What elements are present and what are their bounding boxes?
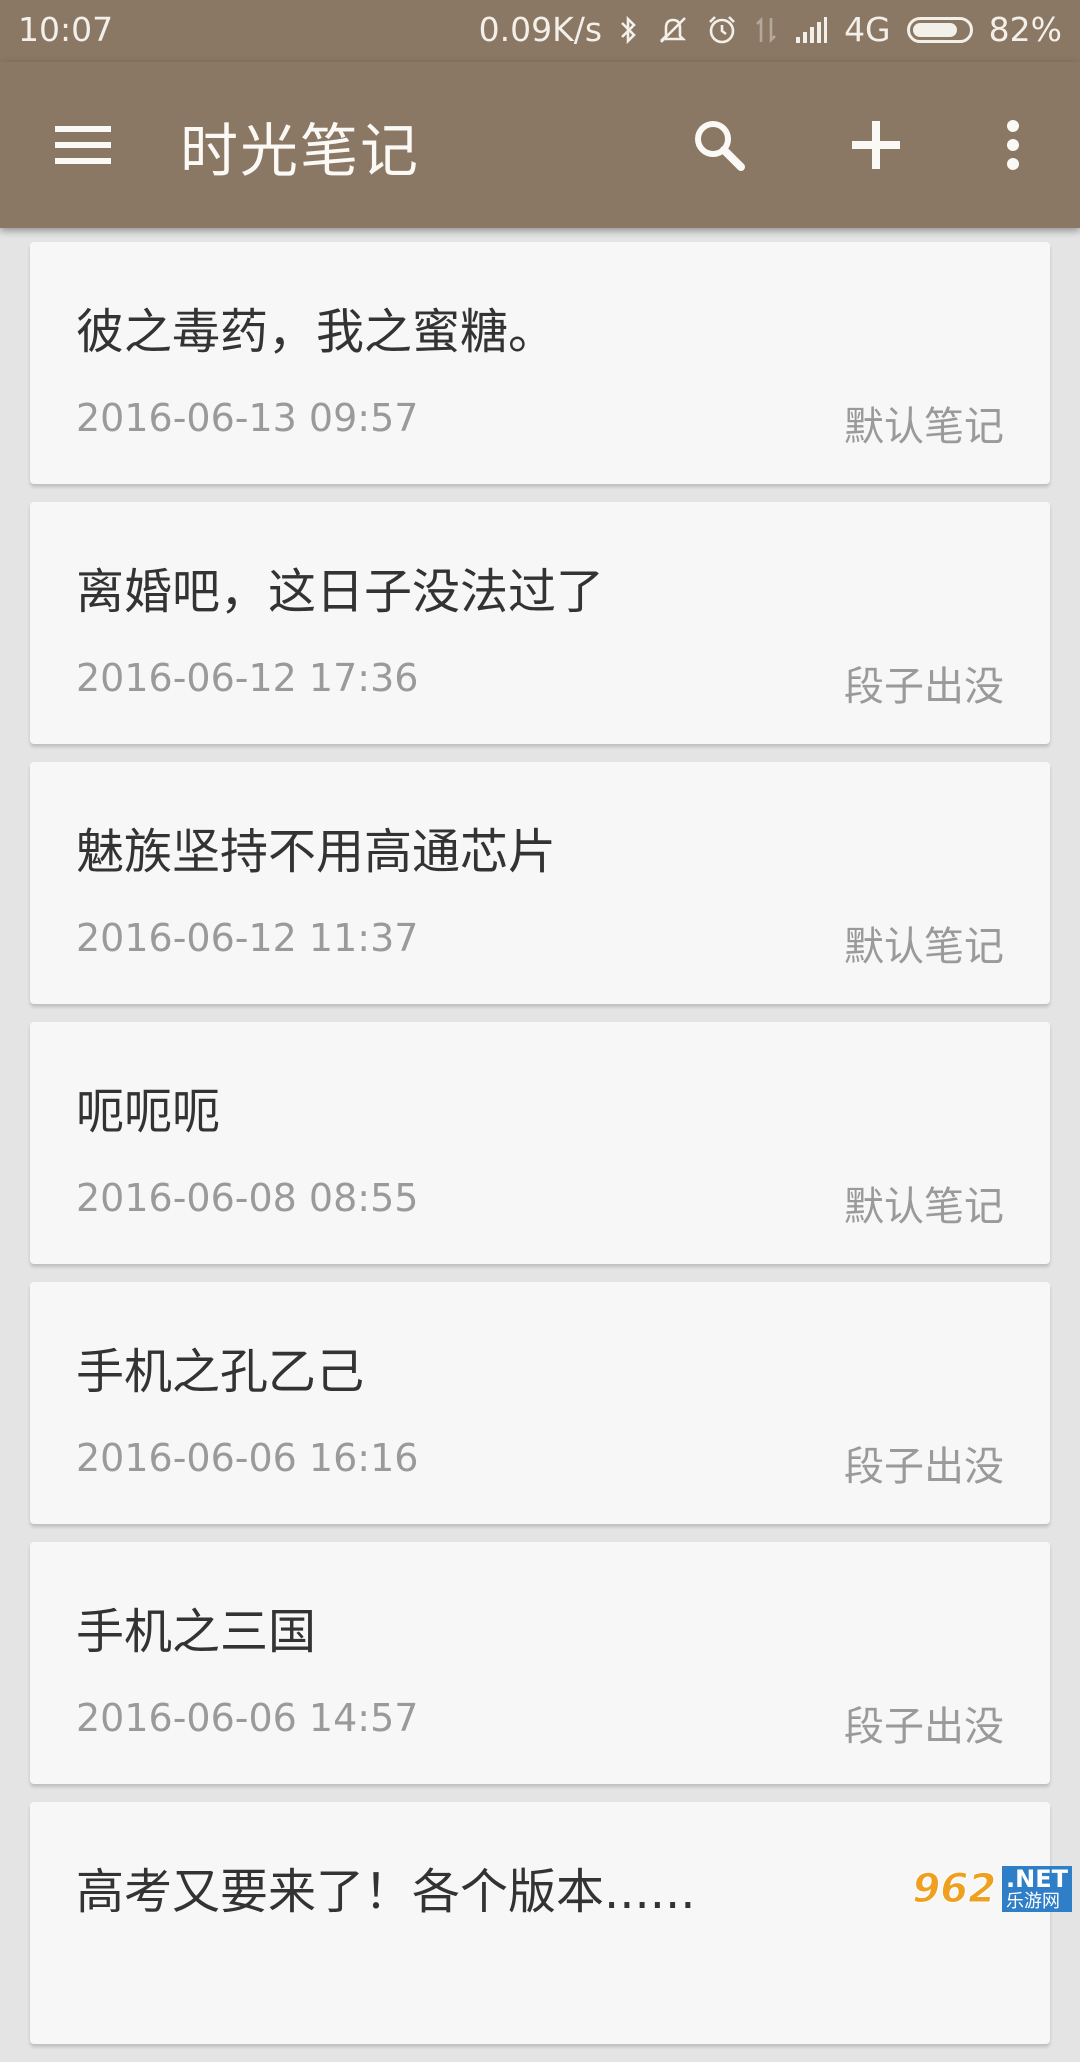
note-title: 手机之孔乙己	[76, 1344, 365, 1400]
note-category: 段子出没	[844, 664, 1004, 710]
alarm-icon	[706, 14, 738, 46]
status-bar: 10:07 0.09K/s 4G 82%	[0, 0, 1080, 62]
add-icon[interactable]	[833, 102, 919, 188]
mute-icon	[656, 14, 690, 46]
status-time: 10:07	[18, 10, 114, 49]
network-type: 4G	[844, 10, 891, 49]
note-title: 彼之毒药，我之蜜糖。	[76, 304, 557, 360]
note-category: 段子出没	[844, 1704, 1004, 1750]
more-vert-icon[interactable]	[970, 102, 1056, 188]
note-date: 2016-06-12 11:37	[76, 916, 419, 960]
note-date: 2016-06-08 08:55	[76, 1176, 419, 1220]
note-title: 离婚吧，这日子没法过了	[76, 564, 605, 620]
watermark-net: .NET	[1002, 1866, 1072, 1892]
data-transfer-icon	[754, 14, 778, 46]
note-date: 2016-06-12 17:36	[76, 656, 419, 700]
note-title: 高考又要来了！各个版本......	[76, 1864, 696, 1920]
note-category: 默认笔记	[844, 1184, 1004, 1230]
battery-icon	[906, 16, 973, 43]
note-card[interactable]: 彼之毒药，我之蜜糖。 2016-06-13 09:57 默认笔记	[30, 242, 1050, 484]
battery-percent: 82%	[988, 10, 1062, 49]
notes-list: 彼之毒药，我之蜜糖。 2016-06-13 09:57 默认笔记 离婚吧，这日子…	[30, 242, 1050, 2062]
network-speed: 0.09K/s	[478, 10, 603, 49]
app-title: 时光笔记	[180, 117, 421, 185]
note-card[interactable]: 离婚吧，这日子没法过了 2016-06-12 17:36 段子出没	[30, 502, 1050, 744]
note-title: 魅族坚持不用高通芯片	[76, 824, 557, 880]
status-icons: 0.09K/s 4G 82%	[479, 10, 1062, 49]
signal-icon	[794, 15, 828, 45]
note-card[interactable]: 手机之三国 2016-06-06 14:57 段子出没	[30, 1542, 1050, 1784]
search-icon[interactable]	[676, 102, 762, 188]
bluetooth-icon	[618, 14, 640, 46]
watermark-logo: 962 .NET 乐游网	[912, 1866, 1072, 1913]
note-title: 呃呃呃	[76, 1084, 221, 1140]
app-toolbar: 时光笔记	[0, 62, 1080, 228]
note-category: 段子出没	[844, 1444, 1004, 1490]
watermark-site: 乐游网	[1002, 1892, 1072, 1912]
battery-level-fill	[912, 22, 957, 37]
note-card[interactable]: 高考又要来了！各个版本......	[30, 1802, 1050, 2044]
note-date: 2016-06-13 09:57	[76, 396, 419, 440]
note-date: 2016-06-06 14:57	[76, 1696, 419, 1740]
watermark-number: 962	[912, 1866, 997, 1913]
note-card[interactable]: 呃呃呃 2016-06-08 08:55 默认笔记	[30, 1022, 1050, 1264]
menu-icon[interactable]	[40, 102, 126, 188]
note-card[interactable]: 魅族坚持不用高通芯片 2016-06-12 11:37 默认笔记	[30, 762, 1050, 1004]
note-category: 默认笔记	[844, 924, 1004, 970]
note-category: 默认笔记	[844, 404, 1004, 450]
note-card[interactable]: 手机之孔乙己 2016-06-06 16:16 段子出没	[30, 1282, 1050, 1524]
note-date: 2016-06-06 16:16	[76, 1436, 419, 1480]
note-title: 手机之三国	[76, 1604, 317, 1660]
